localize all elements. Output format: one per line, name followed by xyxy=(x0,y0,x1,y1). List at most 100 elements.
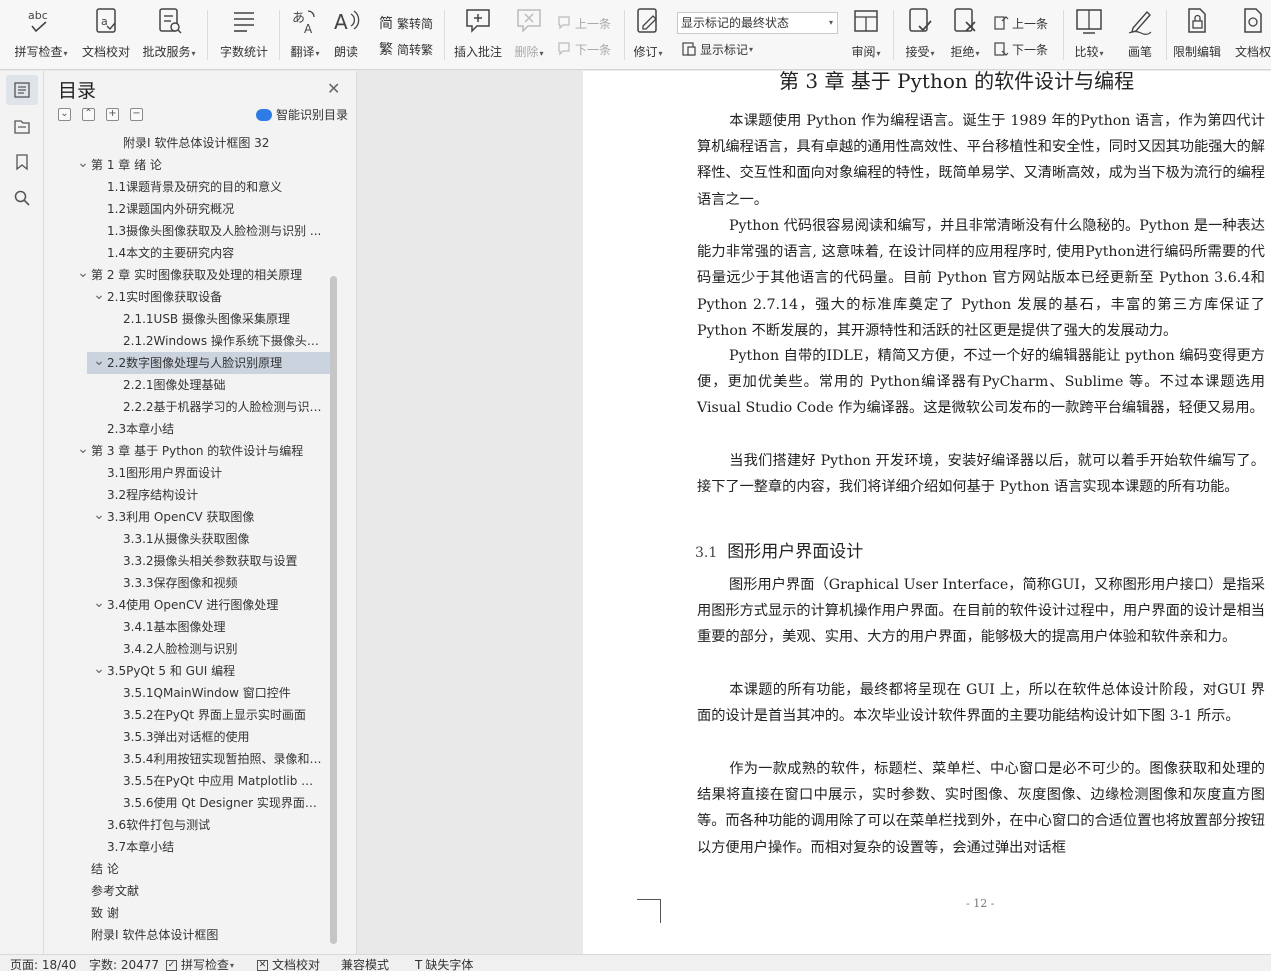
toc-item-label: 3.5.2在PyQt 界面上显示实时画面 xyxy=(123,708,306,722)
translate-icon: あA xyxy=(290,6,320,36)
toc-item[interactable]: 3.4.2人脸检测与识别 xyxy=(44,638,334,660)
track-changes-button[interactable]: 修订▾ xyxy=(630,6,666,64)
toc-list: 附录I 软件总体设计框图 32 ⌄ 第 1 章 绪 论 1.1课题背景及研究的目的和意… xyxy=(44,132,334,950)
page-corner-mark xyxy=(637,899,661,923)
toc-item[interactable]: 3.6软件打包与测试 xyxy=(44,814,334,836)
toc-item[interactable]: 1.1课题背景及研究的目的和意义 xyxy=(44,176,334,198)
toc-item[interactable]: ⌄ 第 3 章 基于 Python 的软件设计与编程 xyxy=(44,440,334,462)
toc-item[interactable]: 3.3.3保存图像和视频 xyxy=(44,572,334,594)
chapter-nav-icon[interactable] xyxy=(6,111,38,141)
prev-comment-button[interactable]: 上一条 xyxy=(556,13,611,33)
toc-item[interactable]: ⌄ 第 1 章 绪 论 xyxy=(44,154,334,176)
toc-item[interactable]: 3.5.6使用 Qt Designer 实现界面显 ... xyxy=(44,792,334,814)
accept-button[interactable]: 接受▾ xyxy=(900,6,940,64)
doc-proof-status[interactable]: ✕ 文档校对 xyxy=(257,959,320,971)
toc-item-label: 3.6软件打包与测试 xyxy=(107,818,211,832)
chevron-down-icon[interactable]: ⌄ xyxy=(77,264,89,282)
show-markup-button[interactable]: 显示标记 ▾ xyxy=(681,39,753,59)
toc-item[interactable]: 附录I 软件总体设计框图 xyxy=(44,924,334,946)
toc-item[interactable]: 致 谢 xyxy=(44,902,334,924)
word-count-indicator[interactable]: 字数: 20477 xyxy=(89,959,159,971)
toc-item-label: 2.2.1图像处理基础 xyxy=(123,378,226,392)
insert-comment-button[interactable]: 插入批注 xyxy=(452,6,504,64)
next-change-button[interactable]: 下一条 xyxy=(993,39,1048,59)
close-icon[interactable]: ✕ xyxy=(327,79,340,98)
toc-item[interactable]: 3.5.3弹出对话框的使用 xyxy=(44,726,334,748)
toc-item-label: 3.3利用 OpenCV 获取图像 xyxy=(107,510,255,524)
toc-item[interactable]: ⌄ 第 2 章 实时图像获取及处理的相关原理 xyxy=(44,264,334,286)
toc-item[interactable]: ⌄ 3.5PyQt 5 和 GUI 编程 xyxy=(44,660,334,682)
collapse-all-icon[interactable]: ⌄ xyxy=(58,108,71,121)
toc-item[interactable]: ⌄ 2.2数字图像处理与人脸识别原理 xyxy=(87,352,330,374)
toc-item[interactable]: 2.2.1图像处理基础 xyxy=(44,374,334,396)
toc-item[interactable]: 1.4本文的主要研究内容 xyxy=(44,242,334,264)
spell-check-toggle[interactable]: ✓ 拼写检查 ▾ xyxy=(166,959,234,971)
restrict-edit-button[interactable]: 限制编辑 xyxy=(1171,6,1223,64)
ribbon-divider xyxy=(444,10,445,60)
chevron-down-icon[interactable]: ⌄ xyxy=(93,660,105,678)
toc-item[interactable]: 1.2课题国内外研究概况 xyxy=(44,198,334,220)
reject-button[interactable]: 拒绝▾ xyxy=(945,6,985,64)
toc-item[interactable]: 3.3.1从摄像头获取图像 xyxy=(44,528,334,550)
toc-item[interactable]: ⌄ 3.4使用 OpenCV 进行图像处理 xyxy=(44,594,334,616)
markup-state-select[interactable]: 显示标记的最终状态 ▾ xyxy=(677,12,838,34)
chevron-down-icon[interactable]: ⌄ xyxy=(93,286,105,304)
prev-change-button[interactable]: 上一条 xyxy=(993,13,1048,33)
spell-check-button[interactable]: abc 拼写检查▾ xyxy=(10,6,72,64)
toc-scrollbar[interactable] xyxy=(330,276,337,944)
read-aloud-button[interactable]: A 朗读 xyxy=(328,6,364,64)
toc-item[interactable]: 3.3.2摄像头相关参数获取与设置 xyxy=(44,550,334,572)
doc-proof-button[interactable]: a 文档校对 xyxy=(80,6,132,64)
doc-permission-icon xyxy=(1238,6,1268,36)
word-count-button[interactable]: 字数统计 xyxy=(216,6,272,64)
toc-item[interactable]: 3.5.1QMainWindow 窗口控件 xyxy=(44,682,334,704)
compare-button[interactable]: 比较▾ xyxy=(1069,6,1109,64)
toc-item[interactable]: 3.5.5在PyQt 中应用 Matplotlib 绘 ... xyxy=(44,770,334,792)
page-indicator[interactable]: 页面: 18/40 xyxy=(10,959,76,971)
chevron-down-icon[interactable]: ⌄ xyxy=(93,594,105,612)
toc-item[interactable]: 3.1图形用户界面设计 xyxy=(44,462,334,484)
toc-item[interactable]: 3.5.2在PyQt 界面上显示实时画面 xyxy=(44,704,334,726)
toc-item[interactable]: 附录I 软件总体设计框图 32 xyxy=(44,132,334,154)
expand-up-icon[interactable]: ⌃ xyxy=(82,108,95,121)
toc-item[interactable]: 2.2.2基于机器学习的人脸检测与识 ... xyxy=(44,396,334,418)
toc-item-label: 1.4本文的主要研究内容 xyxy=(107,246,235,260)
toc-item[interactable]: ⌄ 2.1实时图像获取设备 xyxy=(44,286,334,308)
toc-panel-icon[interactable] xyxy=(6,75,38,105)
add-heading-icon[interactable]: + xyxy=(106,108,119,121)
to-simplified-button[interactable]: 繁简转繁 xyxy=(378,39,433,59)
toc-item[interactable]: 3.5.4利用按钮实现暂拍照、录像和 ... xyxy=(44,748,334,770)
toc-item[interactable]: 3.4.1基本图像处理 xyxy=(44,616,334,638)
toc-item[interactable]: 2.1.2Windows 操作系统下摄像头 ... xyxy=(44,330,334,352)
ink-pen-button[interactable]: 画笔 xyxy=(1120,6,1160,64)
toc-item-label: 3.3.3保存图像和视频 xyxy=(123,576,238,590)
toc-item[interactable]: 2.3本章小结 xyxy=(44,418,334,440)
translate-button[interactable]: あA 翻译▾ xyxy=(285,6,325,64)
next-comment-button[interactable]: 下一条 xyxy=(556,39,611,59)
review-pane-button[interactable]: 审阅▾ xyxy=(846,6,886,64)
remove-heading-icon[interactable]: − xyxy=(130,108,143,121)
to-traditional-button[interactable]: 简繁转简 xyxy=(378,13,433,33)
search-icon[interactable] xyxy=(6,183,38,213)
compat-mode-status: 兼容模式 xyxy=(341,958,390,971)
chevron-down-icon[interactable]: ⌄ xyxy=(93,352,105,370)
correction-service-button[interactable]: 批改服务▾ xyxy=(139,6,199,64)
toc-item[interactable]: 结 论 xyxy=(44,858,334,880)
chevron-down-icon[interactable]: ⌄ xyxy=(93,506,105,524)
body-paragraph: 本课题使用 Python 作为编程语言。诞生于 1989 年的Python 语言… xyxy=(697,113,1265,208)
bookmark-icon[interactable] xyxy=(6,147,38,177)
missing-font-status[interactable]: T 缺失字体 xyxy=(415,959,473,971)
toc-item[interactable]: 1.3摄像头图像获取及人脸检测与识别 ... xyxy=(44,220,334,242)
delete-comment-button[interactable]: 删除▾ xyxy=(509,6,549,64)
toc-item[interactable]: ⌄ 3.3利用 OpenCV 获取图像 xyxy=(44,506,334,528)
smart-toc-button[interactable]: 智能识别目录 xyxy=(256,106,348,123)
document-page[interactable]: 第 3 章 基于 Python 的软件设计与编程 本课题使用 Python 作为… xyxy=(583,71,1271,954)
toc-item[interactable]: 3.2程序结构设计 xyxy=(44,484,334,506)
toc-item[interactable]: 2.1.1USB 摄像头图像采集原理 xyxy=(44,308,334,330)
chevron-down-icon[interactable]: ⌄ xyxy=(77,440,89,458)
toc-item[interactable]: 参考文献 xyxy=(44,880,334,902)
chevron-down-icon[interactable]: ⌄ xyxy=(77,154,89,172)
doc-permission-button[interactable]: 文档权 xyxy=(1228,6,1271,64)
toc-item[interactable]: 3.7本章小结 xyxy=(44,836,334,858)
toc-item-label: 1.3摄像头图像获取及人脸检测与识别 ... xyxy=(107,224,322,238)
